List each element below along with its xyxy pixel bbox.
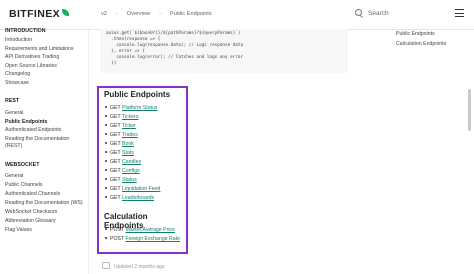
endpoint-link-stats[interactable]: Stats <box>122 150 134 156</box>
endpoint-link-tickers[interactable]: Tickers <box>122 114 139 120</box>
sidebar-item-rest-general[interactable]: General <box>5 109 23 117</box>
code-line: }) <box>106 60 117 66</box>
endpoint-link-liquidation-feed[interactable]: Liquidation Feed <box>122 186 160 192</box>
endpoint-item: GET Configs <box>105 168 140 174</box>
endpoint-item: GET Book <box>105 141 134 147</box>
sidebar: INTRODUCTION Introduction Requirements a… <box>0 28 89 274</box>
bullet-icon <box>105 142 107 144</box>
sidebar-item-public-endpoints[interactable]: Public Endpoints <box>5 118 47 126</box>
search-placeholder: Search <box>368 10 389 17</box>
endpoint-item: GET Leaderboards <box>105 195 154 201</box>
endpoint-item: GET Ticker <box>105 123 136 129</box>
scrollbar-thumb[interactable] <box>468 89 471 131</box>
endpoint-link-foreign-exchange-rate[interactable]: Foreign Exchange Rate <box>125 236 180 242</box>
table-of-contents: Public Endpoints Calculation Endpoints <box>396 30 446 49</box>
public-endpoints-heading: Public Endpoints <box>104 90 171 99</box>
bullet-icon <box>105 196 107 198</box>
bullet-icon <box>105 178 107 180</box>
bullet-icon <box>105 133 107 135</box>
endpoint-link-platform-status[interactable]: Platform Status <box>122 105 157 111</box>
sidebar-item-showcase[interactable]: Showcase <box>5 79 29 87</box>
bitfinex-logo[interactable]: BITFINEX <box>9 8 70 20</box>
brand-name: BITFINEX <box>9 8 61 20</box>
sidebar-item-flag-values[interactable]: Flag Values <box>5 226 32 234</box>
leaf-icon <box>62 9 70 16</box>
endpoint-link-trades[interactable]: Trades <box>122 132 138 138</box>
sidebar-item-authenticated-channels[interactable]: Authenticated Channels <box>5 190 60 198</box>
sidebar-item-ws-general[interactable]: General <box>5 172 23 180</box>
endpoint-item: POST Market Average Price <box>105 227 175 233</box>
bullet-icon <box>105 228 107 230</box>
endpoint-item: GET Status <box>105 177 137 183</box>
endpoint-item: GET Platform Status <box>105 105 158 111</box>
sidebar-item-derivatives[interactable]: API Derivatives Trading <box>5 53 59 61</box>
sidebar-item-ws-checksum[interactable]: WebSocket Checksum <box>5 208 57 216</box>
endpoint-link-candles[interactable]: Candles <box>122 159 141 165</box>
main-content: axios.get(`${baseUrl}/${pathParams}?${qu… <box>97 29 370 274</box>
bullet-icon <box>105 160 107 162</box>
sidebar-item-authenticated-endpoints[interactable]: Authenticated Endpoints <box>5 126 61 134</box>
bullet-icon <box>105 169 107 171</box>
endpoint-link-status[interactable]: Status <box>122 177 137 183</box>
sidebar-item-changelog[interactable]: Changelog <box>5 70 30 78</box>
breadcrumb-version[interactable]: v2 <box>101 11 107 17</box>
endpoints-highlight-box: Public Endpoints GET Platform Status GET… <box>97 86 188 254</box>
last-updated: Updated 2 months ago <box>102 262 165 270</box>
endpoint-link-book[interactable]: Book <box>122 141 134 147</box>
endpoint-item: GET Trades <box>105 132 138 138</box>
search-box[interactable]: Search <box>355 9 389 17</box>
sidebar-item-abbreviation-glossary[interactable]: Abbreviation Glossary <box>5 217 56 225</box>
search-icon <box>355 9 362 16</box>
chevron-right-icon: › <box>115 11 118 17</box>
sidebar-item-introduction[interactable]: Introduction <box>5 36 32 44</box>
sidebar-item-reading-docs-rest-suffix[interactable]: (REST) <box>5 142 22 150</box>
bullet-icon <box>105 237 107 239</box>
endpoint-item: GET Liquidation Feed <box>105 186 160 192</box>
bullet-icon <box>105 187 107 189</box>
endpoint-item: POST Foreign Exchange Rate <box>105 236 180 242</box>
breadcrumb: v2 › Overview › Public Endpoints <box>101 11 212 17</box>
toc-item-calculation-endpoints[interactable]: Calculation Endpoints <box>396 40 446 50</box>
top-bar: BITFINEX v2 › Overview › Public Endpoints Se… <box>0 0 474 30</box>
code-block: axios.get(`${baseUrl}/${pathParams}?${qu… <box>100 29 348 73</box>
endpoint-item: GET Stats <box>105 150 134 156</box>
bullet-icon <box>105 106 107 108</box>
toc-item-public-endpoints[interactable]: Public Endpoints <box>396 30 446 40</box>
endpoint-item: GET Tickers <box>105 114 138 120</box>
sidebar-item-public-channels[interactable]: Public Channels <box>5 181 43 189</box>
endpoint-item: GET Candles <box>105 159 141 165</box>
bullet-icon <box>105 124 107 126</box>
endpoint-link-leaderboards[interactable]: Leaderboards <box>122 195 154 201</box>
endpoint-link-configs[interactable]: Configs <box>122 168 140 174</box>
sidebar-section-websocket: WEBSOCKET <box>5 162 40 168</box>
menu-icon[interactable] <box>455 9 464 20</box>
last-updated-text: Updated 2 months ago <box>114 264 165 270</box>
calendar-icon <box>102 262 110 269</box>
breadcrumb-overview[interactable]: Overview <box>127 11 150 17</box>
endpoint-link-ticker[interactable]: Ticker <box>122 123 136 129</box>
breadcrumb-current: Public Endpoints <box>169 11 212 17</box>
sidebar-item-reading-docs-ws[interactable]: Reading the Documentation (WS) <box>5 199 83 207</box>
sidebar-section-introduction: INTRODUCTION <box>5 28 46 34</box>
bullet-icon <box>105 151 107 153</box>
sidebar-item-libraries[interactable]: Open Source Libraries <box>5 62 57 70</box>
sidebar-section-rest: REST <box>5 98 20 104</box>
sidebar-item-requirements[interactable]: Requirements and Limitations <box>5 45 74 53</box>
bullet-icon <box>105 115 107 117</box>
endpoint-link-market-average-price[interactable]: Market Average Price <box>125 227 175 233</box>
chevron-right-icon: › <box>159 11 161 17</box>
